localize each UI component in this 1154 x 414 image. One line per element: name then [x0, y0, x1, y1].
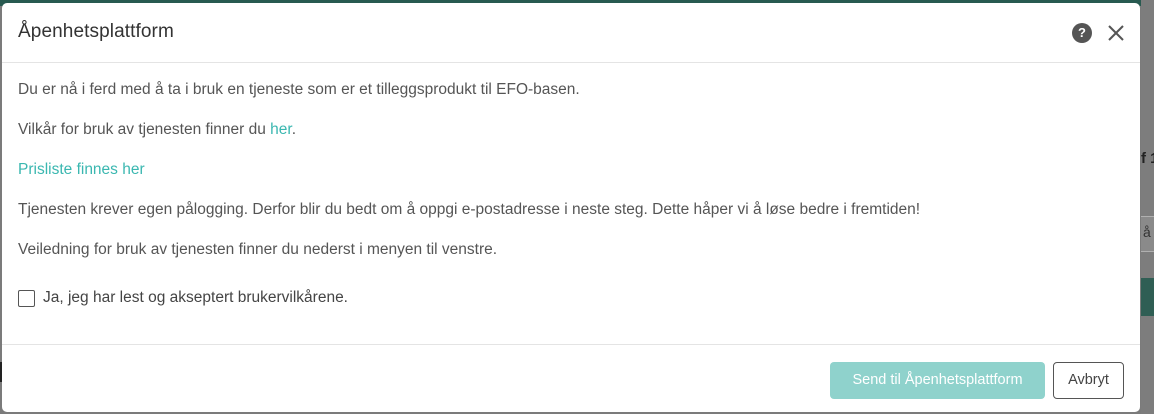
modal-header: Åpenhetsplattform ?: [2, 3, 1140, 63]
price-list-link[interactable]: Prisliste finnes her: [18, 161, 145, 179]
background-page-edge: [1141, 0, 1154, 414]
terms-link[interactable]: her: [270, 121, 292, 138]
guide-text: Veiledning for bruk av tjenesten finner …: [18, 241, 498, 258]
terms-text: Vilkår for bruk av tjenesten finner du h…: [18, 121, 296, 139]
modal-dialog: Åpenhetsplattform ? Du er nå i ferd med …: [2, 3, 1140, 412]
modal-footer: Send til Åpenhetsplattform Avbryt: [2, 344, 1140, 412]
send-button[interactable]: Send til Åpenhetsplattform: [830, 362, 1045, 399]
terms-checkbox-label[interactable]: Ja, jeg har lest og akseptert brukervilk…: [43, 289, 348, 307]
intro-text: Du er nå i ferd med å ta i bruk en tjene…: [18, 81, 580, 98]
terms-checkbox[interactable]: [18, 290, 35, 307]
terms-suffix: .: [291, 121, 297, 138]
modal-title: Åpenhetsplattform: [18, 21, 174, 42]
cancel-button[interactable]: Avbryt: [1053, 362, 1124, 399]
close-icon[interactable]: [1105, 22, 1127, 44]
terms-prefix: Vilkår for bruk av tjenesten finner du: [18, 121, 271, 138]
help-icon[interactable]: ?: [1072, 23, 1092, 43]
background-text: f 1: [1141, 150, 1154, 167]
background-field-text: å: [1143, 224, 1151, 240]
login-info-text: Tjenesten krever egen pålogging. Derfor …: [18, 201, 921, 218]
background-button: [1141, 278, 1154, 316]
